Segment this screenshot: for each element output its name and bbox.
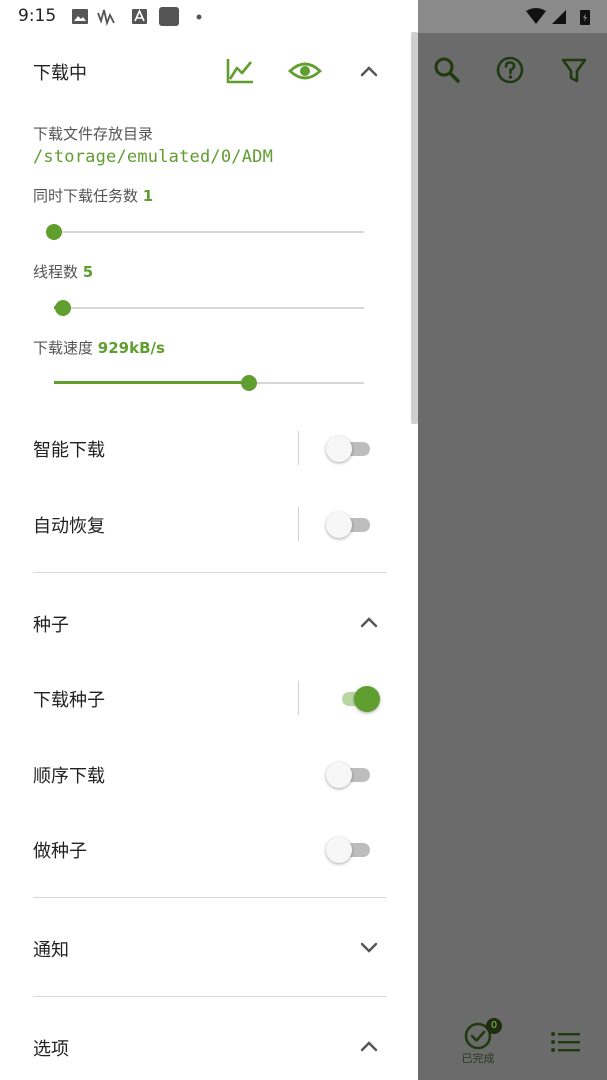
nav-item-completed[interactable]: 0 已完成 bbox=[458, 1010, 502, 1070]
download-dir-path[interactable]: /storage/emulated/0/ADM bbox=[33, 147, 273, 167]
smart-download-switch[interactable] bbox=[326, 433, 376, 463]
auto-resume-label: 自动恢复 bbox=[33, 516, 105, 537]
chevron-up-icon[interactable] bbox=[356, 58, 382, 84]
sequential-download-label: 顺序下载 bbox=[33, 766, 105, 787]
threads-slider[interactable] bbox=[54, 296, 364, 320]
slider-thumb[interactable] bbox=[46, 224, 62, 240]
concurrent-tasks-label: 同时下载任务数 1 bbox=[33, 187, 154, 205]
speed-value: 929kB/s bbox=[97, 339, 165, 357]
filter-icon[interactable] bbox=[558, 54, 590, 86]
threads-label: 线程数 5 bbox=[33, 263, 94, 281]
system-status-icons bbox=[526, 8, 590, 25]
chevron-up-icon[interactable] bbox=[356, 1033, 382, 1059]
status-bar: 9:15 bbox=[0, 0, 418, 33]
completed-count-badge: 0 bbox=[486, 1018, 502, 1034]
concurrent-tasks-value: 1 bbox=[142, 187, 154, 205]
section-header-downloading: 下载中 bbox=[33, 63, 87, 84]
concurrent-tasks-slider[interactable] bbox=[46, 220, 364, 244]
auto-resume-switch[interactable] bbox=[326, 509, 376, 539]
section-divider bbox=[33, 996, 386, 997]
bottom-navigation: 0 已完成 bbox=[418, 1000, 607, 1080]
section-header-notification[interactable]: 通知 bbox=[33, 936, 69, 962]
status-time: 9:15 bbox=[18, 6, 57, 26]
section-header-options[interactable]: 选项 bbox=[33, 1035, 69, 1061]
chevron-down-icon[interactable] bbox=[356, 934, 382, 960]
divider bbox=[298, 681, 299, 715]
slider-thumb[interactable] bbox=[55, 300, 72, 316]
list-icon[interactable] bbox=[550, 1030, 580, 1054]
search-icon[interactable] bbox=[431, 54, 463, 86]
slider-thumb[interactable] bbox=[241, 375, 258, 391]
threads-value: 5 bbox=[82, 263, 94, 281]
chevron-up-icon[interactable] bbox=[356, 609, 382, 635]
eye-icon[interactable] bbox=[288, 55, 322, 87]
section-divider bbox=[33, 572, 386, 573]
speed-slider[interactable] bbox=[54, 371, 364, 395]
download-torrent-label: 下载种子 bbox=[33, 690, 105, 711]
section-header-torrent: 种子 bbox=[33, 615, 69, 636]
download-torrent-switch[interactable] bbox=[334, 683, 384, 713]
smart-download-label: 智能下载 bbox=[33, 440, 105, 461]
status-bar-right bbox=[418, 0, 607, 33]
download-dir-label: 下载文件存放目录 bbox=[33, 125, 154, 143]
seeding-label: 做种子 bbox=[33, 841, 87, 862]
seeding-switch[interactable] bbox=[326, 834, 376, 864]
nav-item-completed-label: 已完成 bbox=[461, 1052, 495, 1065]
main-content-scrim[interactable]: 0 已完成 bbox=[418, 0, 607, 1080]
help-icon[interactable] bbox=[494, 54, 526, 86]
scrollbar[interactable] bbox=[411, 32, 418, 424]
notification-icons bbox=[72, 7, 202, 27]
sequential-download-switch[interactable] bbox=[326, 759, 376, 789]
speed-label: 下载速度 929kB/s bbox=[33, 339, 165, 357]
divider bbox=[298, 507, 299, 541]
settings-drawer: 9:15 下载中 下载文件存放目录 /storage/emulated/0/AD… bbox=[0, 0, 418, 1080]
speed-chart-icon[interactable] bbox=[224, 55, 256, 87]
section-divider bbox=[33, 897, 386, 898]
divider bbox=[298, 431, 299, 465]
